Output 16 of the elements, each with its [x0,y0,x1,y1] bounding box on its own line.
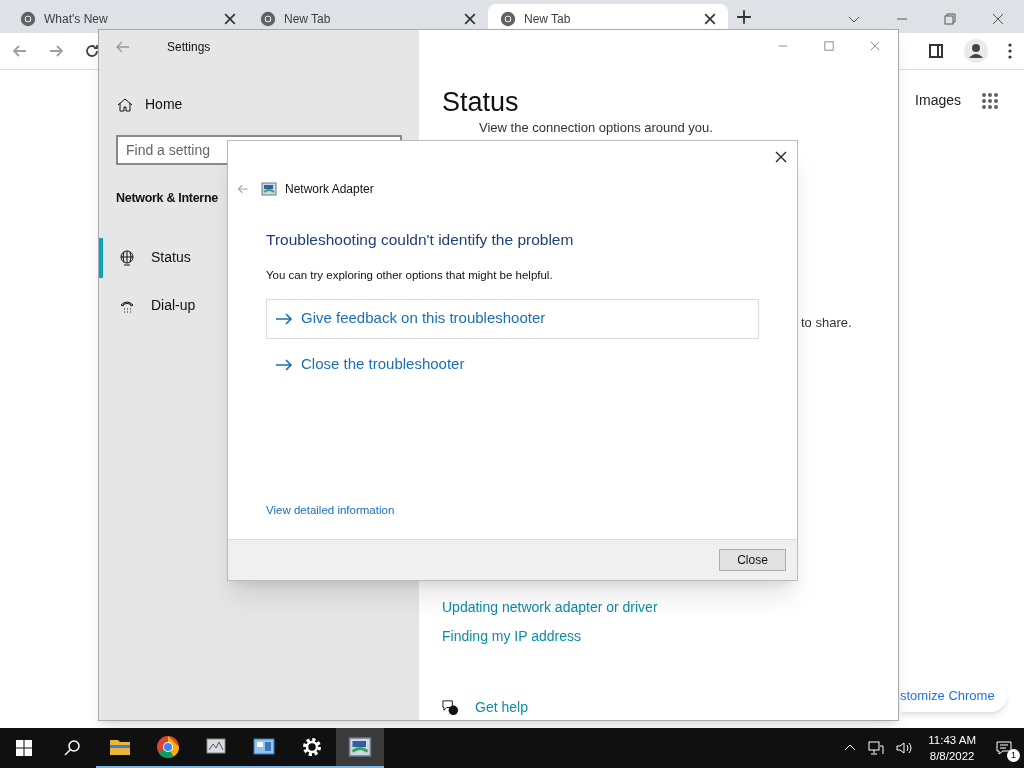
dialog-title: Network Adapter [285,181,374,198]
page-text: to share. [801,314,852,332]
page-heading: Status [442,86,520,118]
page-subtitle: View the connection options around you. [479,119,714,137]
tab-title: New Tab [524,10,572,28]
tab-title: What's New [44,10,109,28]
notification-badge: 1 [1007,749,1020,762]
dialog-heading: Troubleshooting couldn't identify the problem [266,230,575,250]
dialog-message: You can try exploring other options that might be helpful. [266,268,554,284]
window-title: Settings [167,39,211,56]
clock-date: 8/8/2022 [929,749,975,764]
clock-time: 11:43 AM [928,733,976,748]
tab-title: New Tab [284,10,332,28]
nav-label: Dial-up [151,296,196,316]
nav-label: Status [151,248,191,268]
section-title: Network & Interne [116,190,218,207]
